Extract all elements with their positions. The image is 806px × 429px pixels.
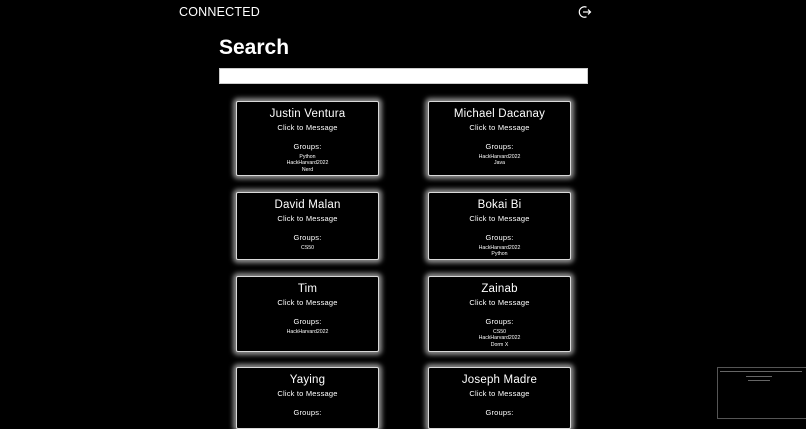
minimap-preview[interactable] (717, 367, 806, 419)
click-to-message-label: Click to Message (277, 214, 338, 223)
minimap-line (720, 371, 802, 372)
search-input[interactable] (219, 68, 588, 84)
user-name: Michael Dacanay (453, 108, 546, 120)
click-to-message-label: Click to Message (469, 214, 530, 223)
groups-list: HackHarvard2022 Python (429, 245, 570, 258)
minimap-line (746, 376, 772, 377)
click-to-message-label: Click to Message (469, 389, 530, 398)
user-card[interactable]: Joseph Madre Click to Message Groups: (428, 367, 571, 429)
user-name: Justin Ventura (269, 108, 346, 120)
click-to-message-label: Click to Message (469, 123, 530, 132)
logout-icon[interactable] (578, 5, 592, 19)
groups-list: CS50 HackHarvard2022 Dorm X (429, 329, 570, 348)
page-title: Search (219, 36, 290, 59)
groups-label: Groups: (293, 233, 322, 242)
user-name: Bokai Bi (477, 199, 522, 211)
group-item: Nerd (301, 166, 314, 173)
user-card[interactable]: Yaying Click to Message Groups: (236, 367, 379, 429)
group-item: CS50 (301, 245, 314, 251)
user-card[interactable]: Bokai Bi Click to Message Groups: HackHa… (428, 192, 571, 260)
user-name: Tim (297, 283, 318, 295)
group-item: Java (494, 160, 505, 167)
user-name: Joseph Madre (461, 374, 538, 386)
user-card[interactable]: Michael Dacanay Click to Message Groups:… (428, 101, 571, 176)
top-bar: CONNECTED (0, 0, 806, 26)
groups-label: Groups: (293, 142, 322, 151)
groups-label: Groups: (293, 408, 322, 417)
user-card[interactable]: Justin Ventura Click to Message Groups: … (236, 101, 379, 176)
groups-label: Groups: (485, 408, 514, 417)
group-item: HackHarvard2022 (286, 329, 329, 335)
user-name: Zainab (481, 283, 518, 295)
groups-list: HackHarvard2022 (237, 329, 378, 335)
groups-list: CS50 (237, 245, 378, 251)
minimap-line (748, 380, 770, 381)
user-card[interactable]: Tim Click to Message Groups: HackHarvard… (236, 276, 379, 352)
click-to-message-label: Click to Message (277, 389, 338, 398)
group-item: Python (491, 251, 508, 258)
click-to-message-label: Click to Message (277, 123, 338, 132)
group-item: Dorm X (490, 341, 509, 348)
groups-list: Python HackHarvard2022 Nerd (237, 154, 378, 173)
groups-label: Groups: (293, 317, 322, 326)
user-name: Yaying (289, 374, 326, 386)
groups-label: Groups: (485, 142, 514, 151)
click-to-message-label: Click to Message (469, 298, 530, 307)
user-card[interactable]: Zainab Click to Message Groups: CS50 Hac… (428, 276, 571, 352)
app-brand: CONNECTED (179, 5, 260, 19)
groups-list: HackHarvard2022 Java (429, 154, 570, 167)
click-to-message-label: Click to Message (277, 298, 338, 307)
groups-label: Groups: (485, 317, 514, 326)
user-card[interactable]: David Malan Click to Message Groups: CS5… (236, 192, 379, 260)
groups-label: Groups: (485, 233, 514, 242)
user-name: David Malan (274, 199, 341, 211)
